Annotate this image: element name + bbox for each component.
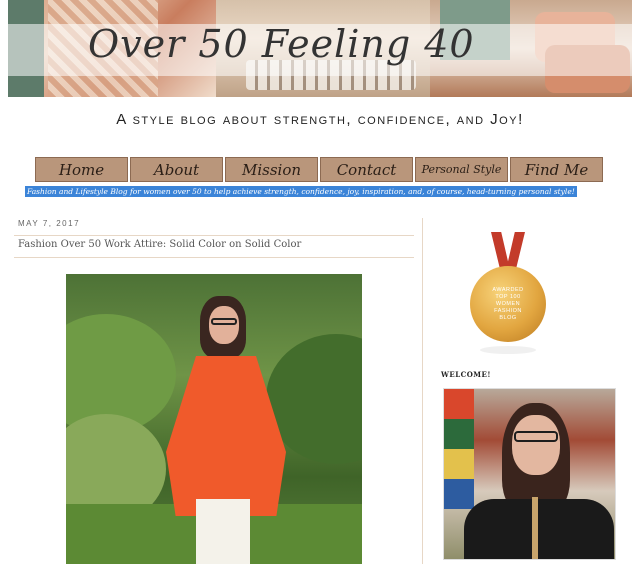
photo-person-pants [196, 499, 250, 564]
post-rule-top [14, 235, 414, 236]
post-rule-bottom [14, 257, 414, 258]
tagline: A style blog about strength, confidence,… [116, 111, 524, 128]
nav-about[interactable]: About [130, 157, 223, 182]
medal-line: FASHION [494, 307, 522, 314]
main-nav: Home About Mission Contact Personal Styl… [35, 157, 603, 182]
medal-line: AWARDED [492, 286, 524, 293]
medal-disc: AWARDED TOP 100 WOMEN FASHION BLOG [470, 266, 546, 342]
welcome-heading: WELCOME! [441, 370, 491, 379]
author-necklace [532, 497, 538, 559]
medal-line: TOP 100 [495, 293, 521, 300]
nav-find-me[interactable]: Find Me [510, 157, 603, 182]
nav-contact[interactable]: Contact [320, 157, 413, 182]
nav-mission[interactable]: Mission [225, 157, 318, 182]
photo-person-glasses [211, 318, 237, 325]
medal-line: BLOG [499, 314, 517, 321]
medal-shadow [480, 346, 536, 354]
medal-line: WOMEN [495, 300, 521, 307]
header-banner[interactable]: Over 50 Feeling 40 [8, 0, 632, 97]
photo-person-face [209, 306, 239, 344]
author-photo[interactable] [443, 388, 616, 560]
nav-home[interactable]: Home [35, 157, 128, 182]
award-medal-badge[interactable]: AWARDED TOP 100 WOMEN FASHION BLOG [468, 232, 548, 357]
author-face [512, 415, 560, 475]
post-title[interactable]: Fashion Over 50 Work Attire: Solid Color… [18, 239, 301, 250]
author-top [464, 499, 614, 559]
blog-description: Fashion and Lifestyle Blog for women ove… [25, 186, 577, 197]
post-main-photo[interactable] [66, 274, 362, 564]
author-glasses [514, 431, 558, 442]
nav-personal-style[interactable]: Personal Style [415, 157, 508, 182]
stained-glass [444, 389, 474, 509]
column-divider [422, 218, 423, 564]
blog-title[interactable]: Over 50 Feeling 40 [88, 22, 475, 66]
post-date: MAY 7, 2017 [18, 219, 81, 228]
